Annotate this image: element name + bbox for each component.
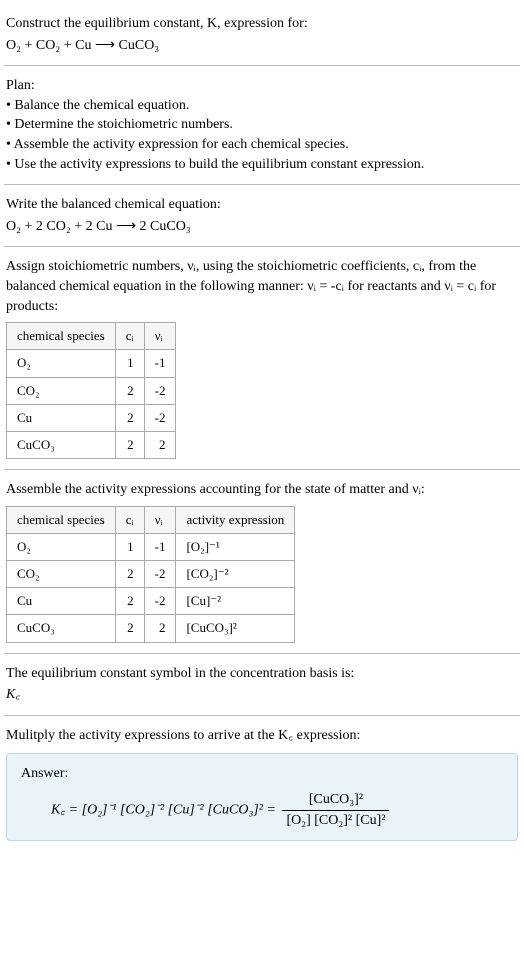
divider [4, 246, 520, 247]
plan-bullet: • Balance the chemical equation. [6, 96, 518, 116]
symbol-value: K꜀ [6, 685, 518, 705]
table-cell: CuCO₃ [7, 431, 116, 458]
table-cell: -1 [144, 533, 176, 560]
table-header: cᵢ [115, 506, 144, 533]
table-cell: 2 [115, 377, 144, 404]
table-cell: O₂ [7, 533, 116, 560]
table-cell: [Cu]⁻² [176, 588, 295, 615]
table-cell: [CuCO₃]² [176, 615, 295, 642]
symbol-section: The equilibrium constant symbol in the c… [4, 658, 520, 711]
divider [4, 715, 520, 716]
table-row: O₂ 1 -1 [O₂]⁻¹ [7, 533, 295, 560]
plan-bullet: • Assemble the activity expression for e… [6, 135, 518, 155]
table-cell: -1 [144, 350, 176, 377]
table-row: CO₂ 2 -2 [7, 377, 176, 404]
table-row: CuCO₃ 2 2 [CuCO₃]² [7, 615, 295, 642]
plan-title: Plan: [6, 76, 518, 96]
table-cell: 2 [115, 588, 144, 615]
header-section: Construct the equilibrium constant, K, e… [4, 8, 520, 61]
header-equation: O₂ + CO₂ + Cu ⟶ CuCO₃ [6, 36, 518, 56]
answer-box: Answer: K꜀ = [O₂]⁻¹ [CO₂]⁻² [Cu]⁻² [CuCO… [6, 753, 518, 841]
plan-section: Plan: • Balance the chemical equation. •… [4, 70, 520, 180]
activity-section: Assemble the activity expressions accoun… [4, 474, 520, 649]
divider [4, 184, 520, 185]
divider [4, 65, 520, 66]
balanced-title: Write the balanced chemical equation: [6, 195, 518, 215]
table-cell: Cu [7, 588, 116, 615]
table-row: O₂ 1 -1 [7, 350, 176, 377]
table-cell: 1 [115, 533, 144, 560]
table-row: CuCO₃ 2 2 [7, 431, 176, 458]
stoich-text: Assign stoichiometric numbers, νᵢ, using… [6, 257, 518, 316]
balanced-equation: O₂ + 2 CO₂ + 2 Cu ⟶ 2 CuCO₃ [6, 217, 518, 237]
answer-label: Answer: [21, 764, 503, 784]
plan-bullet: • Use the activity expressions to build … [6, 155, 518, 175]
table-cell: 2 [144, 615, 176, 642]
table-cell: 2 [115, 431, 144, 458]
table-cell: CO₂ [7, 561, 116, 588]
table-header-row: chemical species cᵢ νᵢ activity expressi… [7, 506, 295, 533]
table-cell: [CO₂]⁻² [176, 561, 295, 588]
table-cell: -2 [144, 377, 176, 404]
table-header: νᵢ [144, 506, 176, 533]
table-header: cᵢ [115, 323, 144, 350]
table-row: Cu 2 -2 [Cu]⁻² [7, 588, 295, 615]
table-header-row: chemical species cᵢ νᵢ [7, 323, 176, 350]
table-row: CO₂ 2 -2 [CO₂]⁻² [7, 561, 295, 588]
stoich-table: chemical species cᵢ νᵢ O₂ 1 -1 CO₂ 2 -2 … [6, 322, 176, 459]
table-cell: -2 [144, 404, 176, 431]
table-cell: O₂ [7, 350, 116, 377]
answer-expression: K꜀ = [O₂]⁻¹ [CO₂]⁻² [Cu]⁻² [CuCO₃]² = [C… [51, 790, 503, 830]
plan-bullet: • Determine the stoichiometric numbers. [6, 115, 518, 135]
table-cell: -2 [144, 588, 176, 615]
table-cell: 2 [115, 561, 144, 588]
stoich-section: Assign stoichiometric numbers, νᵢ, using… [4, 251, 520, 465]
table-cell: 1 [115, 350, 144, 377]
table-header: νᵢ [144, 323, 176, 350]
answer-lhs: K꜀ = [O₂]⁻¹ [CO₂]⁻² [Cu]⁻² [CuCO₃]² = [51, 802, 279, 817]
table-cell: CO₂ [7, 377, 116, 404]
table-cell: CuCO₃ [7, 615, 116, 642]
table-header: chemical species [7, 506, 116, 533]
divider [4, 469, 520, 470]
table-cell: 2 [144, 431, 176, 458]
table-header: chemical species [7, 323, 116, 350]
table-cell: Cu [7, 404, 116, 431]
answer-fraction: [CuCO₃]² [O₂] [CO₂]² [Cu]² [282, 790, 389, 830]
table-cell: 2 [115, 404, 144, 431]
activity-table: chemical species cᵢ νᵢ activity expressi… [6, 506, 295, 643]
symbol-title: The equilibrium constant symbol in the c… [6, 664, 518, 684]
multiply-title: Mulitply the activity expressions to arr… [6, 726, 518, 746]
table-cell: 2 [115, 615, 144, 642]
table-row: Cu 2 -2 [7, 404, 176, 431]
activity-title: Assemble the activity expressions accoun… [6, 480, 518, 500]
table-cell: -2 [144, 561, 176, 588]
balanced-section: Write the balanced chemical equation: O₂… [4, 189, 520, 242]
multiply-section: Mulitply the activity expressions to arr… [4, 720, 520, 847]
table-header: activity expression [176, 506, 295, 533]
divider [4, 653, 520, 654]
header-line1: Construct the equilibrium constant, K, e… [6, 14, 518, 34]
fraction-numerator: [CuCO₃]² [282, 790, 389, 810]
table-cell: [O₂]⁻¹ [176, 533, 295, 560]
fraction-denominator: [O₂] [CO₂]² [Cu]² [282, 810, 389, 831]
